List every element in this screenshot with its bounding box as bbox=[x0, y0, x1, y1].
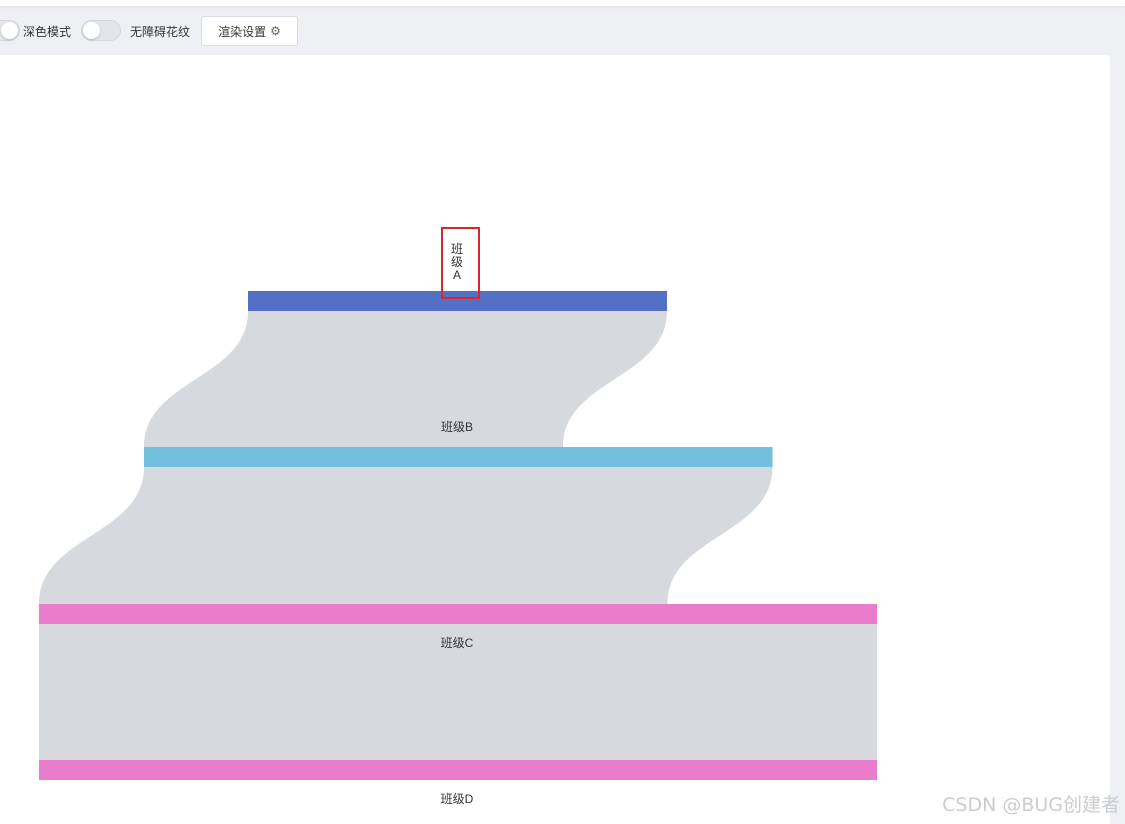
sankey-link[interactable] bbox=[144, 311, 667, 447]
sankey-node-label: 班级B bbox=[441, 420, 473, 434]
sankey-node-label: 班级 A bbox=[451, 242, 463, 282]
sankey-chart: 班级 A 班级B 班级C 班级D bbox=[39, 227, 877, 806]
sankey-node-label: 班级D bbox=[441, 792, 474, 806]
sankey-node-label: 班级C bbox=[441, 636, 474, 650]
sankey-link[interactable] bbox=[39, 467, 773, 604]
sankey-node[interactable] bbox=[39, 760, 877, 780]
watermark: CSDN @BUG创建者 bbox=[942, 794, 1120, 816]
scrollbar-track[interactable] bbox=[1110, 55, 1125, 824]
sankey-links bbox=[39, 311, 877, 760]
sankey-node[interactable] bbox=[39, 604, 877, 624]
sankey-node[interactable] bbox=[144, 447, 773, 467]
sankey-node[interactable] bbox=[248, 291, 667, 311]
